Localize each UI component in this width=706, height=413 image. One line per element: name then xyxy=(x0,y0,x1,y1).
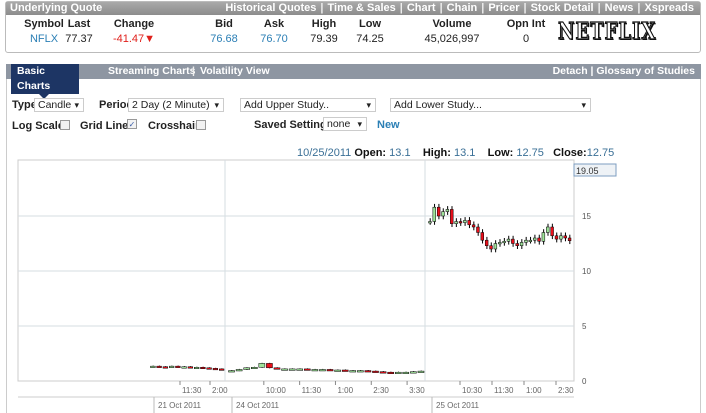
candle xyxy=(387,371,394,374)
x-tick-label: 1:00 xyxy=(526,386,542,395)
candle xyxy=(162,366,168,369)
candle xyxy=(200,367,206,369)
candle xyxy=(546,226,550,233)
candle xyxy=(519,242,524,246)
candle xyxy=(550,226,554,237)
candle xyxy=(515,243,519,246)
y-tick-label: 15 xyxy=(582,212,591,221)
candle xyxy=(243,367,250,370)
x-tick-label: 11:30 xyxy=(494,386,514,395)
candle xyxy=(511,238,515,244)
candle xyxy=(567,237,572,241)
candle xyxy=(228,370,235,373)
candle xyxy=(537,237,541,242)
candle xyxy=(181,366,187,369)
y-tick-label: 5 xyxy=(582,322,587,331)
candle xyxy=(394,371,402,374)
candle xyxy=(463,220,467,223)
x-tick-label: 1:00 xyxy=(337,386,353,395)
candle xyxy=(326,369,334,372)
candle xyxy=(250,367,258,369)
candle xyxy=(311,369,319,372)
candle xyxy=(458,221,463,224)
date-label: 25 Oct 2011 xyxy=(436,401,480,410)
candle xyxy=(219,368,225,371)
price-chart[interactable]: 0 5 10 15 19.05 11:30 2:00 21 Oct 2011 10:00 11:3… xyxy=(0,0,706,413)
candle xyxy=(436,206,441,217)
candle xyxy=(296,368,304,371)
cursor-value: 19.05 xyxy=(576,166,599,176)
candle xyxy=(175,365,181,368)
candle xyxy=(445,209,450,212)
candle xyxy=(273,367,281,370)
candle xyxy=(428,221,432,224)
candle xyxy=(288,368,296,371)
y-tick-label: 10 xyxy=(582,267,591,276)
candle xyxy=(480,232,484,241)
candle xyxy=(169,365,175,368)
candle xyxy=(156,365,162,368)
candle xyxy=(498,242,502,245)
candle xyxy=(304,368,311,371)
candle xyxy=(493,243,498,250)
x-tick-label: 10:30 xyxy=(462,386,483,395)
candle xyxy=(484,239,489,246)
candle xyxy=(281,368,288,371)
candle xyxy=(563,235,567,239)
x-tick-label: 3:30 xyxy=(409,386,425,395)
x-tick-label: 2:30 xyxy=(558,386,574,395)
candle xyxy=(467,220,471,226)
candle xyxy=(334,369,341,372)
x-tick-label: 11:30 xyxy=(302,386,322,395)
candle xyxy=(266,363,273,369)
candle xyxy=(559,235,563,240)
candle xyxy=(506,238,511,242)
candle xyxy=(212,368,218,371)
candle xyxy=(349,370,357,373)
date-label: 21 Oct 2011 xyxy=(158,401,202,410)
candle xyxy=(372,370,379,373)
candle xyxy=(364,370,372,373)
candle xyxy=(341,369,349,372)
candle xyxy=(532,237,537,241)
candle xyxy=(194,367,200,369)
candle xyxy=(187,366,193,369)
candle xyxy=(554,235,559,240)
y-tick-label: 0 xyxy=(582,377,587,386)
candle xyxy=(432,206,436,222)
candle xyxy=(441,211,445,217)
candle xyxy=(471,224,476,228)
candle xyxy=(258,363,266,368)
candle xyxy=(502,241,506,244)
x-tick-label: 2:00 xyxy=(212,386,228,395)
candle xyxy=(410,371,417,374)
x-tick-label: 10:00 xyxy=(266,386,287,395)
candle xyxy=(417,370,425,373)
candle xyxy=(319,369,326,372)
candle xyxy=(150,365,156,368)
candle xyxy=(379,371,387,374)
candle xyxy=(528,239,532,242)
candle xyxy=(357,370,364,373)
candle xyxy=(450,209,454,224)
candle xyxy=(402,371,410,374)
x-tick-label: 2:30 xyxy=(373,386,389,395)
candle xyxy=(454,221,458,224)
candle xyxy=(235,369,243,372)
date-label: 24 Oct 2011 xyxy=(236,401,280,410)
candle xyxy=(476,226,480,233)
candle xyxy=(541,232,546,242)
candle xyxy=(524,239,528,243)
candle xyxy=(489,245,493,250)
candle xyxy=(206,367,212,370)
x-tick-label: 11:30 xyxy=(182,386,202,395)
